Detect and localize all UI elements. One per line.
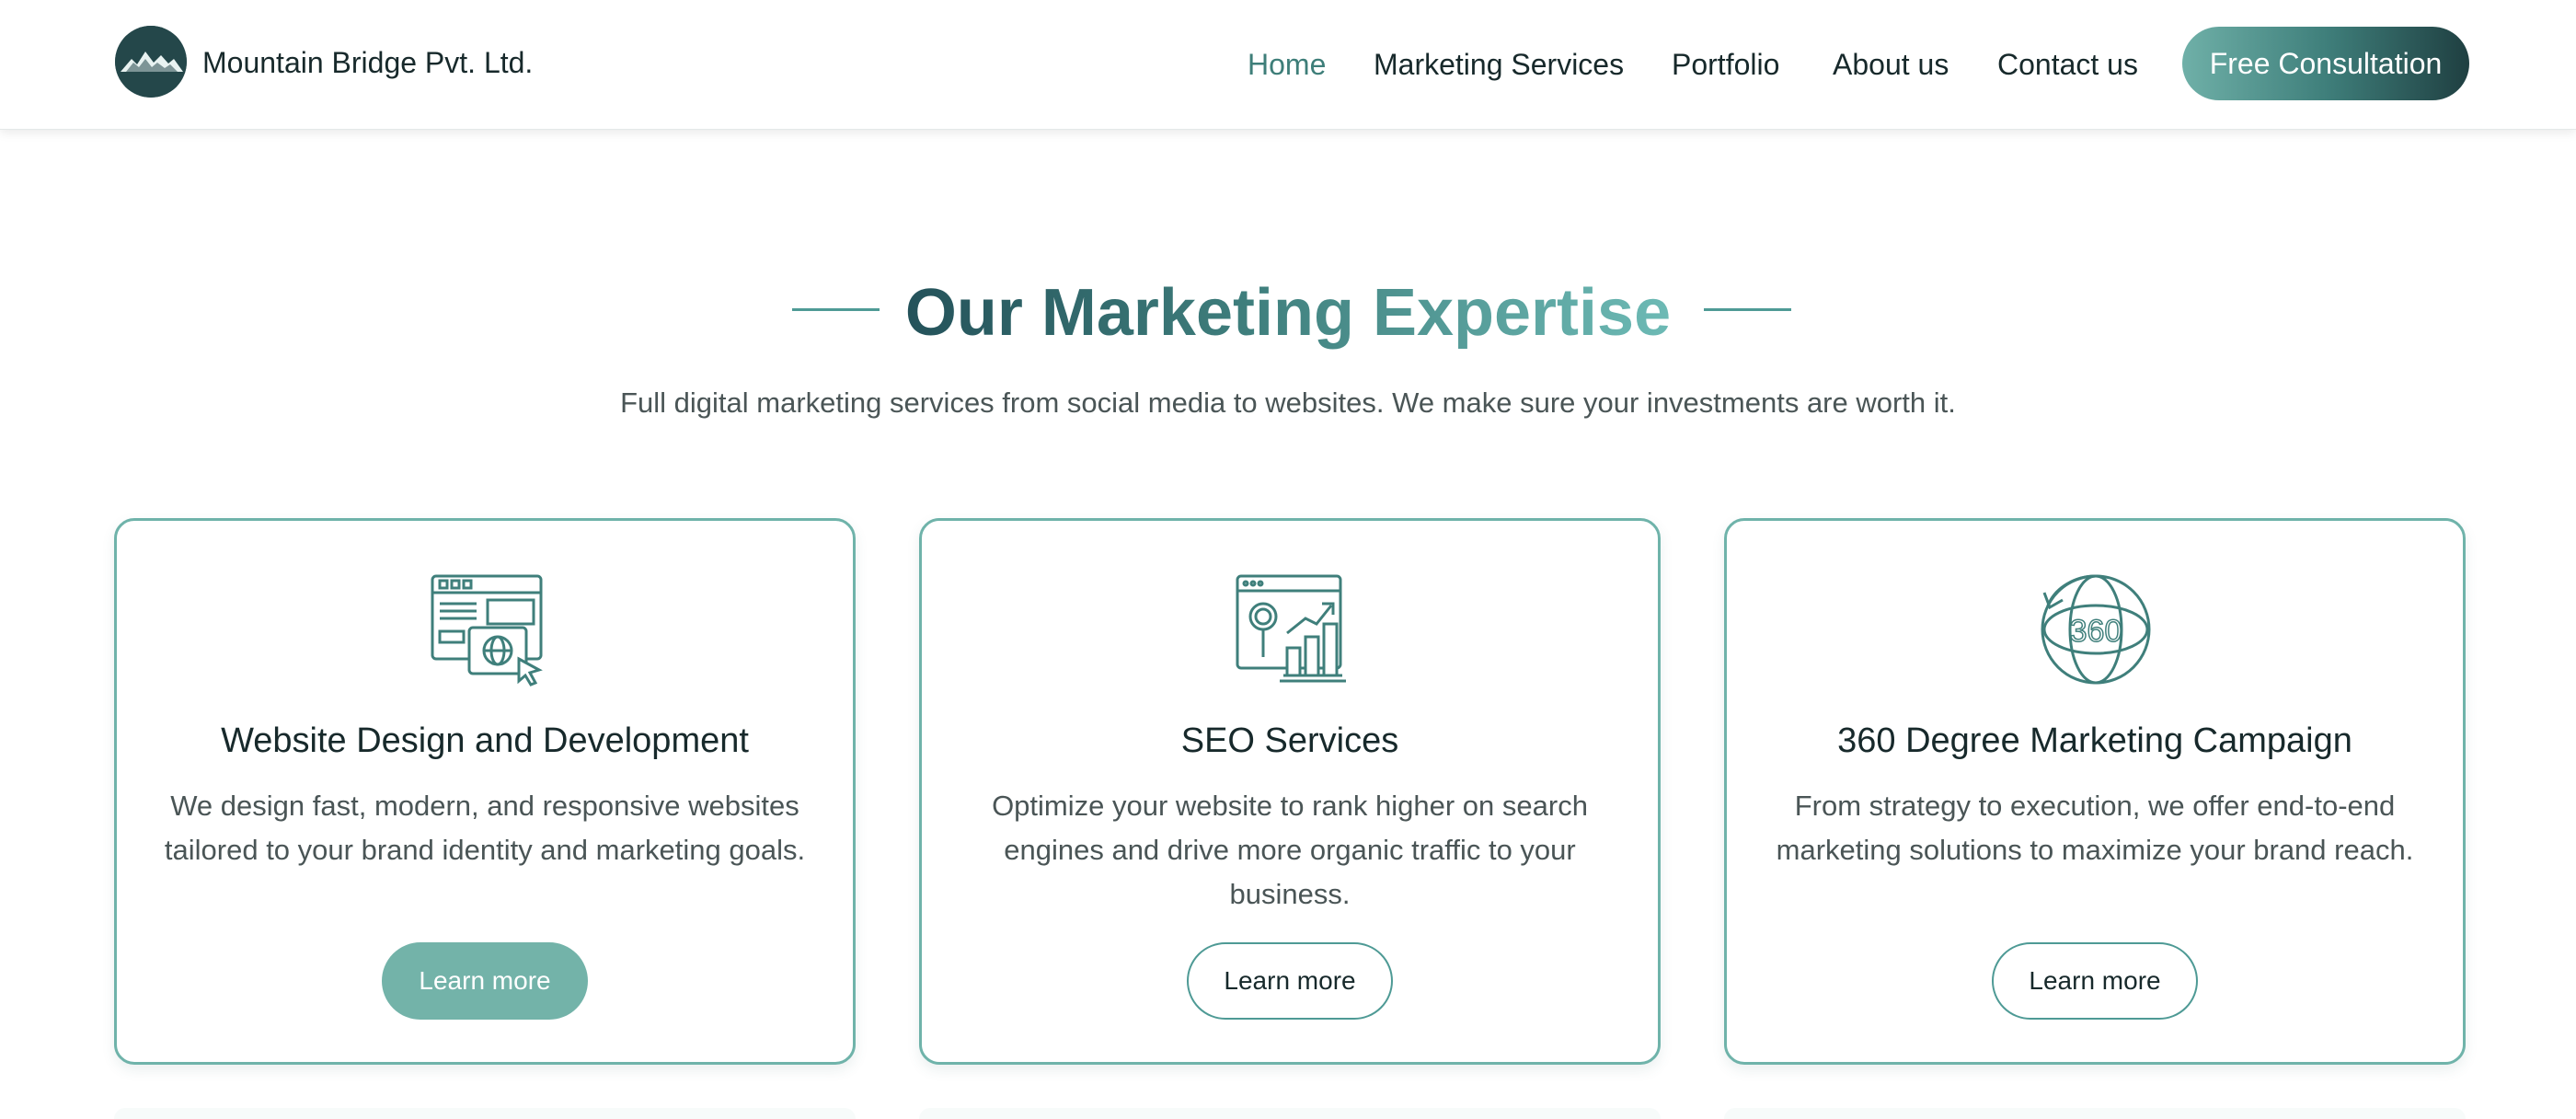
seo-analytics-icon	[1230, 569, 1350, 688]
mountain-logo-icon[interactable]	[115, 26, 187, 98]
heading-divider-right	[1704, 308, 1791, 311]
nav-item-contact-us[interactable]: Contact us	[1997, 48, 2138, 82]
section-title-text: Our Marketing Expertise	[904, 276, 1672, 350]
svg-text:360: 360	[2070, 614, 2122, 649]
website-design-icon	[425, 569, 545, 688]
globe-360-icon: 360	[2035, 569, 2155, 688]
section-title: Our Marketing Expertise	[0, 267, 2576, 359]
nav-item-marketing-services[interactable]: Marketing Services	[1374, 48, 1624, 82]
card-description: From strategy to execution, we offer end…	[1776, 790, 2414, 866]
main-nav: Home	[1248, 0, 1326, 129]
card-title: SEO Services	[1180, 721, 1399, 760]
main-nav: Contact us	[1997, 0, 2138, 129]
service-card-360-campaign: 360 360 Degree Marketing Campaign From s…	[1724, 518, 2466, 1065]
service-card-website: Website Design and Development We design…	[114, 518, 856, 1065]
card-title: Website Design and Development	[221, 721, 749, 760]
nav-item-about-us[interactable]: About us	[1833, 48, 1949, 82]
card-title: 360 Degree Marketing Campaign	[1837, 721, 2352, 760]
section-subtitle: Full digital marketing services from soc…	[620, 386, 1956, 419]
section-heading: Our Marketing Expertise	[0, 267, 2576, 368]
main-nav: Portfolio	[1672, 0, 1779, 129]
learn-more-button[interactable]: Learn more	[1992, 942, 2198, 1020]
nav-item-portfolio[interactable]: Portfolio	[1672, 48, 1779, 82]
learn-more-button[interactable]: Learn more	[382, 942, 588, 1020]
next-card-peek	[1724, 1108, 2466, 1119]
nav-item-home[interactable]: Home	[1248, 48, 1326, 82]
main-nav: About us	[1833, 0, 1949, 129]
service-card-seo: SEO Services Optimize your website to ra…	[919, 518, 1661, 1065]
card-description: We design fast, modern, and responsive w…	[164, 790, 806, 866]
next-card-peek	[114, 1108, 856, 1119]
main-nav: Marketing Services	[1374, 0, 1624, 129]
free-consultation-button[interactable]: Free Consultation	[2182, 27, 2469, 100]
learn-more-button[interactable]: Learn more	[1187, 942, 1393, 1020]
card-description: Optimize your website to rank higher on …	[992, 790, 1588, 910]
next-card-peek	[919, 1108, 1661, 1119]
site-header: Mountain Bridge Pvt. Ltd. Home Marketing…	[0, 0, 2576, 130]
brand-name[interactable]: Mountain Bridge Pvt. Ltd.	[202, 46, 533, 80]
